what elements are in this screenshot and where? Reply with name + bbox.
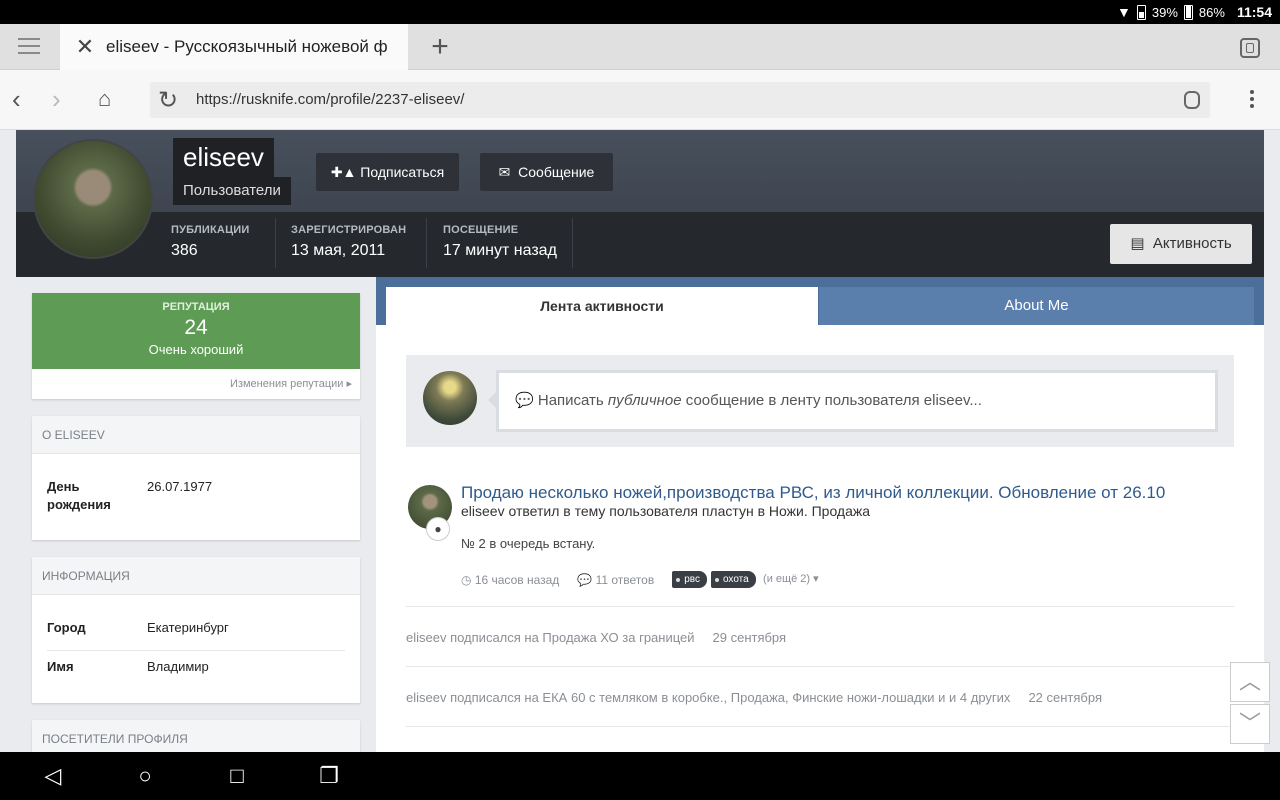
web-page: eliseev Пользователи ✚▲ Подписаться ✉ Со… [0, 130, 1280, 752]
activity-snippet: № 2 в очередь встану. [461, 536, 596, 551]
chevron-up-icon: ︿ [1238, 669, 1261, 694]
close-icon[interactable]: ✕ [74, 35, 96, 59]
feed-text[interactable]: eliseev подписался на Продажа ХО за гран… [406, 630, 695, 645]
reputation-changes-link[interactable]: Изменения репутации ▸ [230, 377, 352, 390]
info-card: ИНФОРМАЦИЯ Город Екатеринбург Имя Владим… [32, 557, 360, 703]
reload-icon[interactable]: ↻ [158, 86, 178, 115]
back-icon[interactable]: ‹ [12, 86, 21, 112]
battery-icon [1136, 4, 1146, 20]
tab-bar: ✕ eliseev - Русскоязычный ножевой ф + [0, 24, 1280, 70]
comment-badge-icon: ● [426, 517, 450, 541]
feed-date: 29 сентября [712, 630, 787, 645]
browser-tab[interactable]: ✕ eliseev - Русскоязычный ножевой ф [60, 24, 408, 70]
reputation-label: РЕПУТАЦИЯ [162, 301, 230, 313]
tag-rvs[interactable]: рвс [672, 571, 707, 588]
reputation-value: 24 [184, 316, 208, 339]
comment-icon: 💬 [577, 572, 593, 587]
profile-tabs: Лента активности About Me [376, 277, 1264, 325]
more-vert-icon[interactable] [1250, 90, 1254, 111]
main-content: Лента активности About Me 💬 Написать пуб… [376, 277, 1264, 752]
lock-icon[interactable] [1184, 91, 1200, 109]
city-row: Город Екатеринбург [47, 619, 345, 651]
system-nav-bar: ◁ ○ □ ❐ [0, 752, 1280, 800]
scroll-top-button[interactable]: ︿ [1230, 662, 1270, 702]
address-bar: ‹ › ⌂ ↻ https://rusknife.com/profile/223… [0, 70, 1280, 130]
profile-group: Пользователи [173, 177, 291, 205]
comment-icon: 💬 [515, 392, 534, 409]
clock-icon: ◷ [461, 572, 472, 587]
activity-meta: ◷ 16 часов назад 💬 11 ответов рвс охота (… [461, 571, 819, 588]
forward-icon[interactable]: › [52, 86, 61, 112]
battery-percent-2: 86% [1198, 4, 1225, 20]
tag-hunting[interactable]: охота [710, 571, 756, 588]
feed-line: eliseev подписался на Продажа ХО за гран… [406, 607, 1234, 667]
status-input[interactable]: 💬 Написать публичное сообщение в ленту п… [488, 370, 1218, 432]
feed-line: eliseev подписался на ЕКА 60 с темляком … [406, 667, 1234, 727]
current-user-avatar[interactable] [423, 371, 477, 425]
activity-label: Активность [1152, 235, 1232, 252]
wifi-icon: ▼ [1117, 4, 1131, 20]
feed-text[interactable]: eliseev подписался на ЕКА 60 с темляком … [406, 690, 1010, 705]
info-title: ИНФОРМАЦИЯ [32, 557, 360, 595]
stat-registered: ЗАРЕГИСТРИРОВАН 13 мая, 2011 [291, 224, 407, 259]
activity-subtitle: eliseev ответил в тему пользователя плас… [461, 503, 871, 519]
menu-icon[interactable] [18, 38, 40, 56]
tab-about-me[interactable]: About Me [819, 287, 1254, 325]
about-card: О ELISEEV День рождения 26.07.1977 [32, 416, 360, 540]
add-user-icon: ✚▲ [330, 164, 357, 180]
recents-nav-icon[interactable]: □ [224, 764, 250, 788]
status-bar: ▼ 39% 86% 11:54 [0, 0, 1280, 24]
visitors-title: ПОСЕТИТЕЛИ ПРОФИЛЯ [32, 720, 360, 752]
back-nav-icon[interactable]: ◁ [40, 764, 66, 788]
activity-item: ● Продаю несколько ножей,производства РВ… [406, 477, 1234, 607]
more-tags-link[interactable]: (и ещё 2) ▾ [763, 573, 819, 585]
scroll-bottom-button[interactable]: ﹀ [1230, 704, 1270, 744]
home-nav-icon[interactable]: ○ [132, 764, 158, 788]
profile-header: eliseev Пользователи ✚▲ Подписаться ✉ Со… [16, 130, 1264, 277]
about-title: О ELISEEV [32, 416, 360, 454]
envelope-icon: ✉ [498, 164, 511, 180]
url-text: https://rusknife.com/profile/2237-elisee… [196, 91, 465, 108]
battery-icon [1183, 4, 1193, 20]
status-composer: 💬 Написать публичное сообщение в ленту п… [406, 355, 1234, 447]
message-label: Сообщение [518, 164, 595, 180]
newspaper-icon: ▤ [1130, 235, 1145, 252]
tab-activity-feed[interactable]: Лента активности [386, 287, 818, 325]
feed-date: 22 сентября [1028, 690, 1102, 705]
follow-label: Подписаться [360, 164, 445, 180]
stat-posts: ПУБЛИКАЦИИ 386 [171, 224, 250, 259]
reputation-card: РЕПУТАЦИЯ 24 Очень хороший Изменения реп… [32, 293, 360, 399]
activity-title-link[interactable]: Продаю несколько ножей,производства РВС,… [461, 483, 1165, 503]
profile-username: eliseev [173, 138, 274, 177]
split-screen-icon[interactable]: ❐ [316, 764, 342, 788]
chevron-down-icon: ﹀ [1238, 711, 1261, 736]
url-field[interactable]: ↻ https://rusknife.com/profile/2237-elis… [150, 82, 1210, 118]
visitors-card: ПОСЕТИТЕЛИ ПРОФИЛЯ [32, 720, 360, 752]
home-icon[interactable]: ⌂ [98, 86, 111, 112]
activity-button[interactable]: ▤ Активность [1110, 224, 1252, 264]
tab-title: eliseev - Русскоязычный ножевой ф [106, 37, 388, 56]
stat-last-visit: ПОСЕЩЕНИЕ 17 минут назад [443, 224, 557, 259]
activity-replies[interactable]: 💬 11 ответов [577, 573, 654, 587]
follow-button[interactable]: ✚▲ Подписаться [316, 153, 459, 191]
clock: 11:54 [1236, 4, 1272, 20]
avatar[interactable] [33, 139, 153, 259]
message-button[interactable]: ✉ Сообщение [480, 153, 613, 191]
tab-switcher-icon[interactable] [1240, 38, 1260, 58]
activity-time[interactable]: ◷ 16 часов назад [461, 573, 559, 587]
new-tab-icon[interactable]: + [426, 32, 454, 62]
battery-percent-1: 39% [1151, 4, 1178, 20]
reputation-desc: Очень хороший [148, 342, 244, 357]
